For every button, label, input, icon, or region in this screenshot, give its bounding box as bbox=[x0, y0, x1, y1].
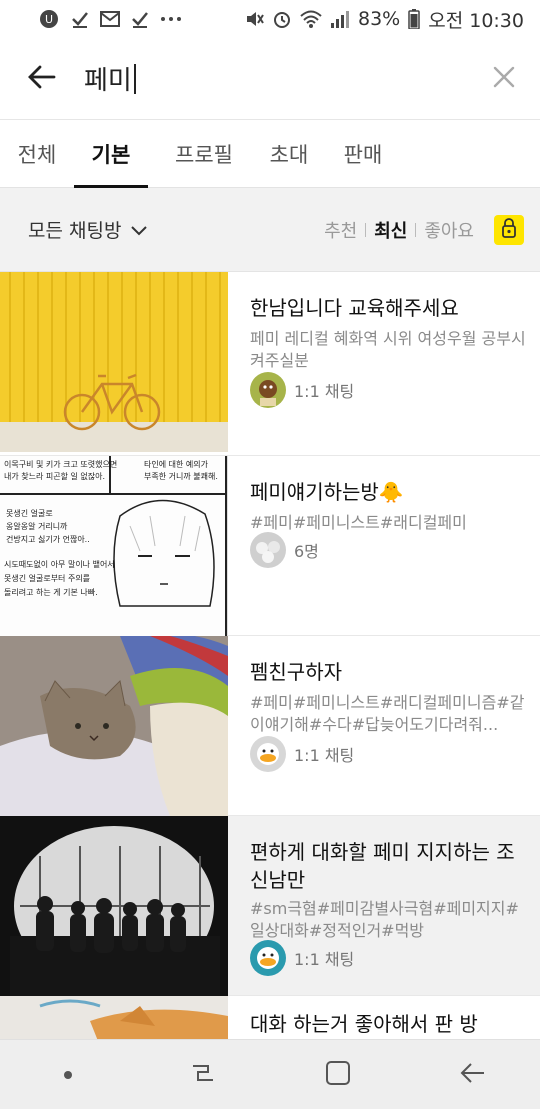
list-item[interactable]: 한남입니다 교육해주세요 페미 레디컬 혜화역 시위 여성우월 공부시켜주실분 … bbox=[0, 272, 540, 456]
comic-text-4: 부족한 거니까 불쾌해. bbox=[144, 472, 218, 481]
avatar bbox=[250, 940, 286, 976]
sort-options: 추천 최신 좋아요 bbox=[324, 217, 474, 243]
sort-recommended[interactable]: 추천 bbox=[324, 217, 357, 243]
comic-text-6: 옹알옹알 거리니까 bbox=[6, 522, 68, 531]
list-item[interactable]: 편하게 대화할 페미 지지하는 조신남만 #sm극혐#페미감별사극혐#페미지지#… bbox=[0, 816, 540, 996]
search-input[interactable]: 페미 bbox=[84, 54, 468, 104]
close-icon bbox=[493, 66, 515, 92]
comic-text-5: 못생긴 얼굴로 bbox=[6, 509, 53, 518]
room-meta: 1:1 채팅 bbox=[250, 372, 354, 408]
room-member-info: 1:1 채팅 bbox=[294, 382, 355, 401]
filter-bar: 모든 채팅방 추천 최신 좋아요 bbox=[0, 188, 540, 272]
more-dots-icon bbox=[160, 16, 182, 22]
room-meta: 6명 bbox=[250, 532, 319, 568]
clock: 오전 10:30 bbox=[428, 9, 524, 32]
home-button[interactable] bbox=[308, 1045, 368, 1105]
room-title: 대화 하는거 좋아해서 판 방 bbox=[250, 1012, 478, 1036]
avatar bbox=[250, 532, 286, 568]
svg-text:U: U bbox=[45, 13, 53, 26]
divider bbox=[365, 222, 367, 237]
dot-button[interactable] bbox=[38, 1045, 98, 1105]
signal-icon bbox=[330, 10, 350, 28]
battery-percent: 83% bbox=[358, 8, 401, 30]
tab-invite[interactable]: 초대 bbox=[252, 121, 326, 187]
recent-dot-icon bbox=[63, 1065, 73, 1084]
room-meta: 1:1 채팅 bbox=[250, 940, 354, 976]
tab-basic[interactable]: 기본 bbox=[74, 121, 148, 188]
tab-all[interactable]: 전체 bbox=[0, 121, 74, 187]
home-icon bbox=[325, 1060, 351, 1090]
avatar bbox=[250, 736, 286, 772]
chatroom-list: 한남입니다 교육해주세요 페미 레디컬 혜화역 시위 여성우월 공부시켜주실분 … bbox=[0, 272, 540, 1046]
room-member-info: 6명 bbox=[294, 542, 319, 561]
room-description: #페미#페미니스트#래디컬페미니즘#같이얘기해#수다#답늦어도기다려줘... bbox=[250, 693, 525, 734]
comic-text-10: 돌리려고 하는 게 기본 나빠. bbox=[4, 588, 98, 597]
back-icon bbox=[460, 1060, 486, 1090]
check-icon bbox=[130, 9, 150, 29]
check-icon bbox=[70, 9, 90, 29]
room-thumbnail: 이목구비 및 키가 크고 또렷했으면 내가 찾느라 피곤할 일 없잖아. 타인에… bbox=[0, 456, 228, 636]
comic-text-2: 내가 찾느라 피곤할 일 없잖아. bbox=[4, 472, 106, 481]
chevron-down-icon bbox=[131, 219, 148, 241]
avatar bbox=[250, 372, 286, 408]
comic-text-1: 이목구비 및 키가 크고 또렷했으면 bbox=[4, 460, 118, 469]
tab-profile[interactable]: 프로필 bbox=[158, 121, 250, 187]
room-member-info: 1:1 채팅 bbox=[294, 746, 355, 765]
comic-text-9: 못생긴 얼굴로부터 주의를 bbox=[4, 574, 91, 583]
nav-back-button[interactable] bbox=[443, 1045, 503, 1105]
comic-text-8: 시도때도없이 아무 말이나 뱉어서 bbox=[4, 560, 115, 569]
room-info: 펨친구하자 #페미#페미니스트#래디컬페미니즘#같이얘기해#수다#답늦어도기다려… bbox=[228, 636, 540, 815]
arrow-left-icon bbox=[28, 65, 56, 93]
room-thumbnail bbox=[0, 816, 228, 996]
room-title: 페미얘기하는방🐥 bbox=[250, 480, 404, 504]
gmail-icon bbox=[100, 11, 120, 27]
talk-icon: U bbox=[38, 8, 60, 30]
room-filter-dropdown[interactable]: 모든 채팅방 bbox=[28, 216, 148, 243]
room-title: 펨친구하자 bbox=[250, 660, 342, 684]
room-filter-label: 모든 채팅방 bbox=[28, 220, 122, 242]
tab-sale[interactable]: 판매 bbox=[326, 121, 400, 187]
room-description: #페미#페미니스트#래디컬페미 bbox=[250, 513, 467, 532]
room-meta: 1:1 채팅 bbox=[250, 736, 354, 772]
room-title: 한남입니다 교육해주세요 bbox=[250, 296, 459, 320]
search-query: 페미 bbox=[84, 66, 132, 96]
lock-icon bbox=[501, 217, 517, 242]
room-thumbnail bbox=[0, 272, 228, 452]
room-info: 한남입니다 교육해주세요 페미 레디컬 혜화역 시위 여성우월 공부시켜주실분 bbox=[228, 272, 540, 455]
room-description: 페미 레디컬 혜화역 시위 여성우월 공부시켜주실분 bbox=[250, 329, 526, 370]
system-nav-bar bbox=[0, 1039, 540, 1109]
clear-search-button[interactable] bbox=[468, 38, 540, 120]
sort-likes[interactable]: 좋아요 bbox=[424, 217, 474, 243]
wifi-icon bbox=[300, 10, 322, 28]
back-button[interactable] bbox=[0, 38, 84, 120]
comic-text-7: 건방지고 싫기가 언짢아.. bbox=[6, 535, 90, 544]
battery-icon bbox=[408, 9, 420, 29]
room-member-info: 1:1 채팅 bbox=[294, 950, 355, 969]
recents-button[interactable] bbox=[173, 1045, 233, 1105]
notification-icons: U bbox=[38, 8, 182, 30]
search-tabs: 전체 기본 프로필 초대 판매 bbox=[0, 121, 540, 188]
lock-filter-button[interactable] bbox=[494, 214, 524, 245]
system-status: 83% 오전 10:30 bbox=[244, 6, 524, 33]
search-header: 페미 bbox=[0, 38, 540, 120]
text-caret bbox=[133, 63, 136, 94]
mute-icon bbox=[244, 9, 264, 29]
divider bbox=[415, 222, 417, 237]
comic-text-3: 타인에 대한 예의가 bbox=[144, 460, 208, 469]
room-title: 편하게 대화할 페미 지지하는 조신남만 bbox=[250, 840, 515, 892]
room-thumbnail bbox=[0, 636, 228, 816]
list-item[interactable]: 펨친구하자 #페미#페미니스트#래디컬페미니즘#같이얘기해#수다#답늦어도기다려… bbox=[0, 636, 540, 816]
sort-latest[interactable]: 최신 bbox=[374, 217, 407, 243]
recents-icon bbox=[190, 1060, 216, 1090]
room-description: #sm극혐#페미감별사극혐#페미지지#일상대화#정적인거#먹방 bbox=[250, 899, 519, 940]
status-bar: U 83% 오전 10:30 bbox=[0, 0, 540, 38]
alarm-icon bbox=[272, 9, 292, 29]
list-item[interactable]: 이목구비 및 키가 크고 또렷했으면 내가 찾느라 피곤할 일 없잖아. 타인에… bbox=[0, 456, 540, 636]
